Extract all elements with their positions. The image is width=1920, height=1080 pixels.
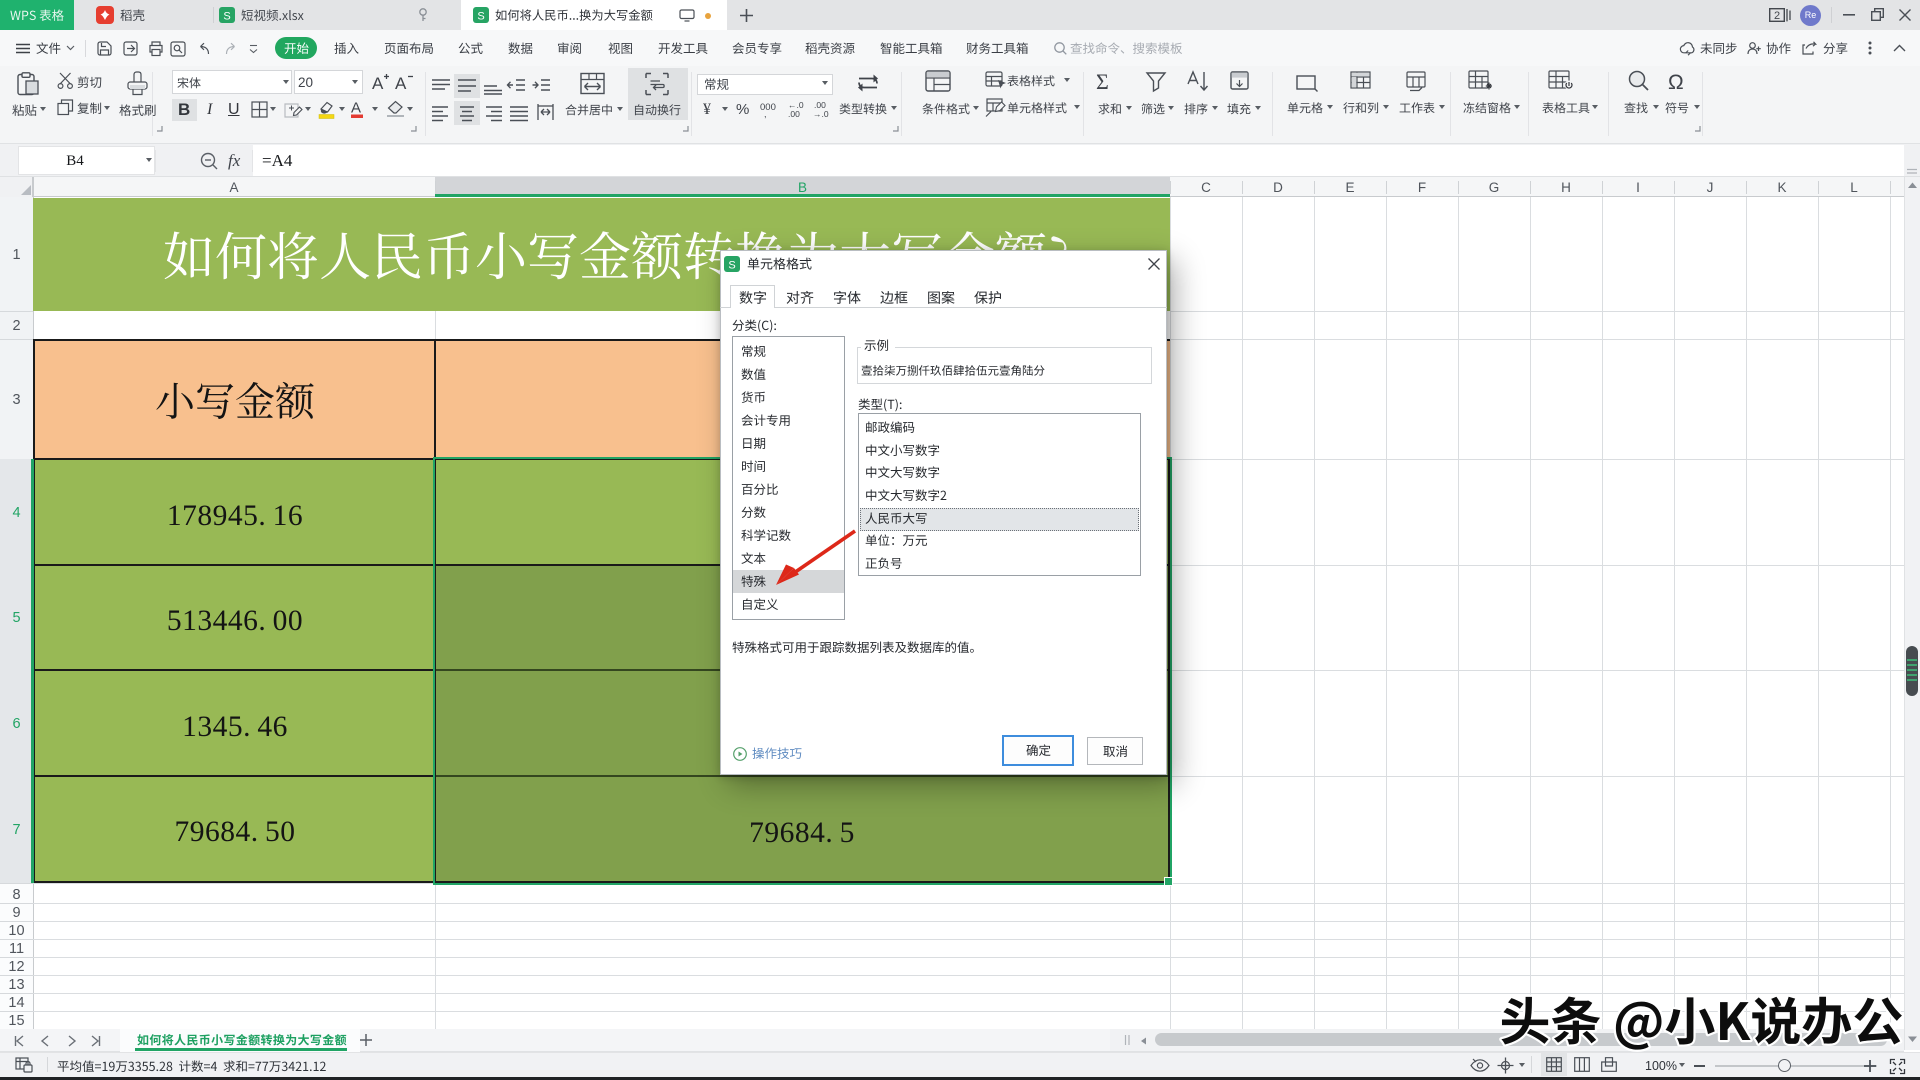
svg-text:S: S bbox=[223, 11, 230, 23]
svg-text:%: % bbox=[736, 101, 749, 118]
svg-text:2: 2 bbox=[1774, 10, 1780, 22]
svg-text:Σ: Σ bbox=[1096, 69, 1109, 94]
svg-text:¥: ¥ bbox=[703, 101, 711, 118]
svg-text:S: S bbox=[728, 260, 735, 272]
svg-text:A: A bbox=[395, 74, 407, 93]
svg-text:Ω: Ω bbox=[1668, 71, 1684, 94]
svg-text:,: , bbox=[764, 109, 767, 119]
svg-text:→.0: →.0 bbox=[813, 109, 829, 119]
svg-text:000: 000 bbox=[760, 102, 776, 113]
svg-text:A: A bbox=[372, 74, 384, 93]
svg-text:S: S bbox=[477, 11, 484, 23]
svg-text:.00: .00 bbox=[788, 109, 800, 119]
svg-text:A: A bbox=[351, 100, 361, 117]
